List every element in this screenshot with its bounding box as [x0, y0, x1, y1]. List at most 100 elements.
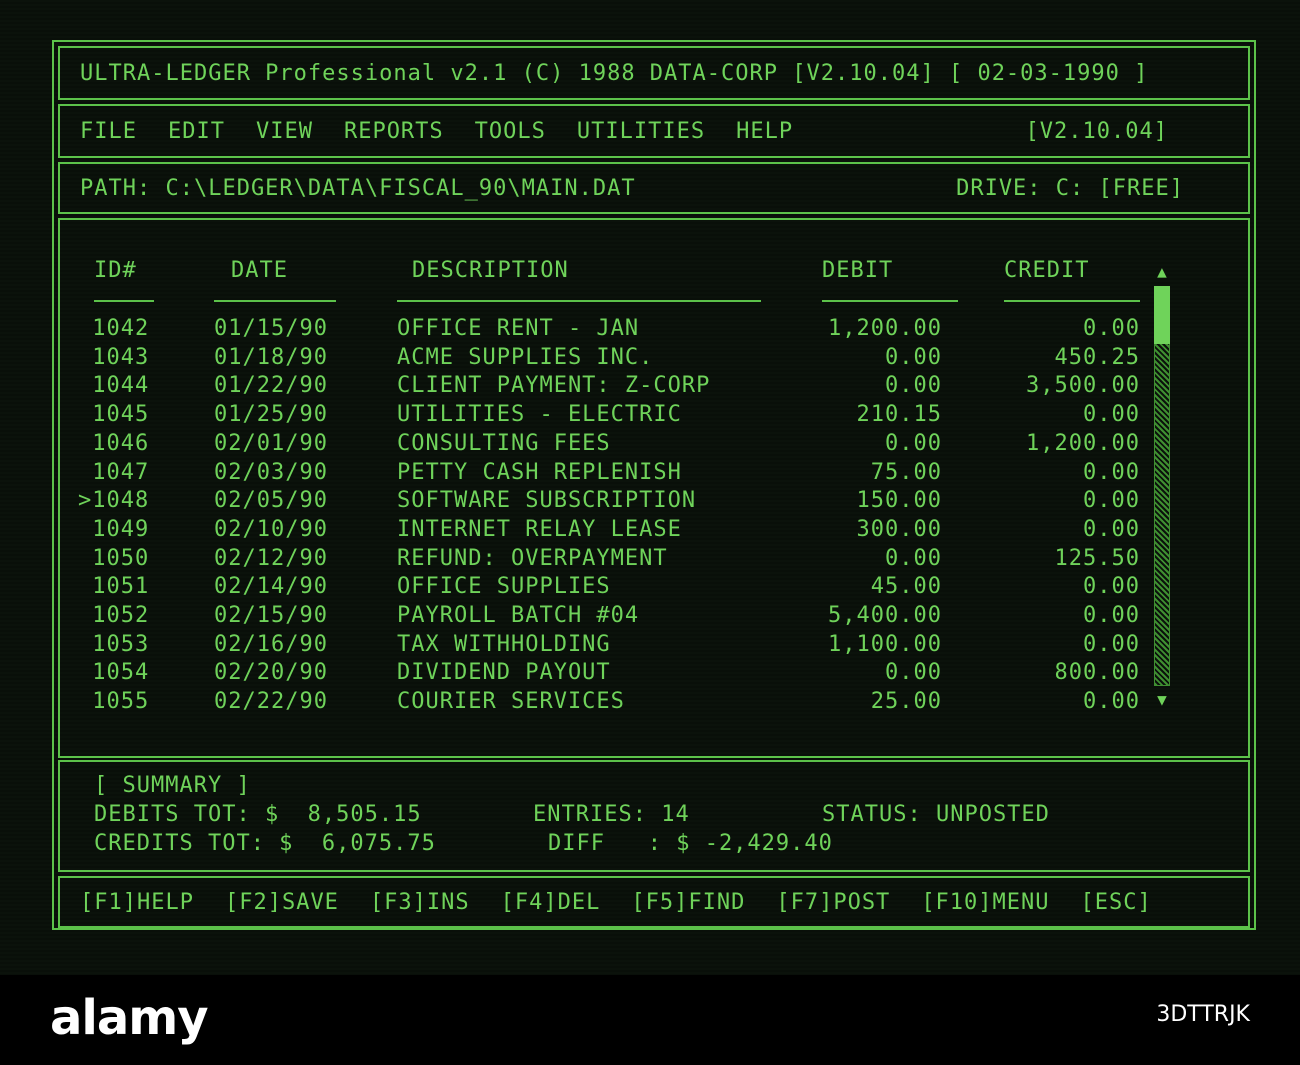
header-id[interactable]: ID# [94, 258, 137, 283]
row-date: 01/18/90 [214, 344, 328, 370]
table-row[interactable]: 1042 01/15/90 OFFICE RENT - JAN 1,200.00 0.0… [0, 316, 1300, 344]
header-date[interactable]: DATE [231, 258, 288, 283]
f10-menu-key[interactable]: [F10]MENU [921, 890, 1049, 915]
row-description: TAX WITHHOLDING [397, 631, 611, 657]
row-debit: 0.00 [885, 430, 942, 456]
table-row[interactable]: 1054 02/20/90 DIVIDEND PAYOUT 0.00 800.00 [0, 660, 1300, 688]
menu-view[interactable]: VIEW [256, 119, 313, 144]
row-id: 1045 [78, 402, 150, 428]
menu-tools[interactable]: TOOLS [475, 119, 546, 144]
summary-heading: [ SUMMARY ] [94, 773, 251, 798]
row-date: 02/03/90 [214, 459, 328, 485]
row-credit: 0.00 [1083, 574, 1140, 600]
row-description: COURIER SERVICES [397, 689, 625, 715]
file-path: PATH: C:\LEDGER\DATA\FISCAL_90\MAIN.DAT [80, 175, 636, 201]
menu-file[interactable]: FILE [80, 119, 137, 144]
row-id: 1051 [78, 574, 150, 600]
row-description: PAYROLL BATCH #04 [397, 603, 640, 628]
scroll-up-icon[interactable]: ▲ [1154, 262, 1170, 281]
table-row[interactable]: >1048 02/05/90 SOFTWARE SUBSCRIPTION 150.00… [0, 488, 1300, 516]
f3-insert-key[interactable]: [F3]INS [370, 890, 470, 915]
row-id: 1053 [78, 631, 150, 657]
header-debit[interactable]: DEBIT [822, 258, 893, 283]
row-credit: 0.00 [1083, 516, 1140, 542]
menu-help[interactable]: HELP [736, 119, 793, 144]
row-description: PETTY CASH REPLENISH [397, 459, 682, 485]
row-credit: 0.00 [1083, 316, 1140, 341]
f7-post-key[interactable]: [F7]POST [776, 890, 890, 915]
row-id: 1052 [78, 603, 150, 628]
table-row[interactable]: 1045 01/25/90 UTILITIES - ELECTRIC 210.15 0.… [0, 402, 1300, 430]
credits-total: CREDITS TOT: $ 6,075.75 [94, 831, 436, 856]
row-credit: 800.00 [1054, 660, 1140, 686]
version-label: [V2.10.04] [1025, 118, 1168, 144]
row-description: UTILITIES - ELECTRIC [397, 402, 682, 428]
f2-save-key[interactable]: [F2]SAVE [225, 890, 339, 915]
diff-amount: DIFF : $ -2,429.40 [548, 831, 833, 856]
table-row[interactable]: 1050 02/12/90 REFUND: OVERPAYMENT 0.00 125.5… [0, 546, 1300, 574]
row-description: OFFICE RENT - JAN [397, 316, 640, 341]
scrollbar-thumb[interactable] [1154, 286, 1170, 344]
menu-utilities[interactable]: UTILITIES [577, 119, 705, 144]
row-debit: 0.00 [885, 545, 942, 571]
menu-reports[interactable]: REPORTS [344, 119, 444, 144]
header-description[interactable]: DESCRIPTION [412, 258, 569, 283]
header-rule-debit [822, 300, 958, 302]
row-debit: 300.00 [856, 516, 942, 542]
table-row[interactable]: 1052 02/15/90 PAYROLL BATCH #04 5,400.00 0.0… [0, 603, 1300, 631]
row-description: OFFICE SUPPLIES [397, 574, 611, 600]
entries-count: ENTRIES: 14 [533, 802, 690, 827]
row-id: 1047 [78, 459, 150, 485]
f5-find-key[interactable]: [F5]FIND [631, 890, 745, 915]
row-date: 02/16/90 [214, 631, 328, 657]
header-rule-date [214, 300, 336, 302]
f4-delete-key[interactable]: [F4]DEL [501, 890, 601, 915]
row-credit: 0.00 [1083, 603, 1140, 628]
menu-bar: FILE EDIT VIEW REPORTS TOOLS UTILITIES H… [58, 104, 1250, 158]
row-date: 01/25/90 [214, 402, 328, 428]
escape-key[interactable]: [ESC] [1081, 890, 1152, 915]
row-credit: 1,200.00 [1026, 430, 1140, 456]
row-debit: 25.00 [870, 689, 942, 715]
table-row[interactable]: 1049 02/10/90 INTERNET RELAY LEASE 300.00 0.… [0, 517, 1300, 545]
row-credit: 125.50 [1054, 545, 1140, 571]
function-key-bar: [F1]HELP [F2]SAVE [F3]INS [F4]DEL [F5]FI… [58, 876, 1250, 928]
row-id: 1044 [78, 373, 150, 399]
row-description: SOFTWARE SUBSCRIPTION [397, 488, 697, 514]
row-debit: 1,200.00 [828, 316, 942, 341]
table-row[interactable]: 1051 02/14/90 OFFICE SUPPLIES 45.00 0.00 [0, 574, 1300, 602]
table-row[interactable]: 1047 02/03/90 PETTY CASH REPLENISH 75.00 0.0… [0, 460, 1300, 488]
row-id: 1046 [78, 430, 150, 456]
row-id: 1055 [78, 689, 150, 715]
row-id: 1049 [78, 516, 150, 542]
stock-logo: alamy [50, 990, 209, 1046]
table-row[interactable]: 1053 02/16/90 TAX WITHHOLDING 1,100.00 0.00 [0, 632, 1300, 660]
row-date: 02/20/90 [214, 660, 328, 686]
row-credit: 0.00 [1083, 459, 1140, 485]
app-title: ULTRA-LEDGER Professional v2.1 (C) 1988 … [80, 60, 1149, 86]
table-row[interactable]: 1043 01/18/90 ACME SUPPLIES INC. 0.00 450.25 [0, 345, 1300, 373]
table-row[interactable]: 1044 01/22/90 CLIENT PAYMENT: Z-CORP 0.00 3,… [0, 373, 1300, 401]
row-debit: 0.00 [885, 660, 942, 686]
table-row[interactable]: 1046 02/01/90 CONSULTING FEES 0.00 1,200.00 [0, 431, 1300, 459]
row-credit: 0.00 [1083, 402, 1140, 428]
drive-info: DRIVE: C: [FREE] [956, 175, 1184, 201]
header-rule-id [94, 300, 154, 302]
row-date: 02/05/90 [214, 488, 328, 514]
header-credit[interactable]: CREDIT [1004, 258, 1089, 283]
status-label: STATUS: UNPOSTED [822, 802, 1050, 827]
row-credit: 0.00 [1083, 488, 1140, 514]
scroll-down-icon[interactable]: ▼ [1154, 690, 1170, 709]
row-date: 02/12/90 [214, 545, 328, 571]
row-id: 1050 [78, 545, 150, 571]
title-bar: ULTRA-LEDGER Professional v2.1 (C) 1988 … [58, 46, 1250, 100]
menu-edit[interactable]: EDIT [168, 119, 225, 144]
scrollbar-track[interactable] [1154, 286, 1170, 686]
row-id: 1054 [78, 660, 150, 686]
row-date: 02/01/90 [214, 430, 328, 456]
header-rule-credit [1004, 300, 1140, 302]
table-row[interactable]: 1055 02/22/90 COURIER SERVICES 25.00 0.00 [0, 689, 1300, 717]
f1-help-key[interactable]: [F1]HELP [80, 890, 194, 915]
row-date: 02/10/90 [214, 516, 328, 542]
row-debit: 5,400.00 [828, 603, 942, 628]
